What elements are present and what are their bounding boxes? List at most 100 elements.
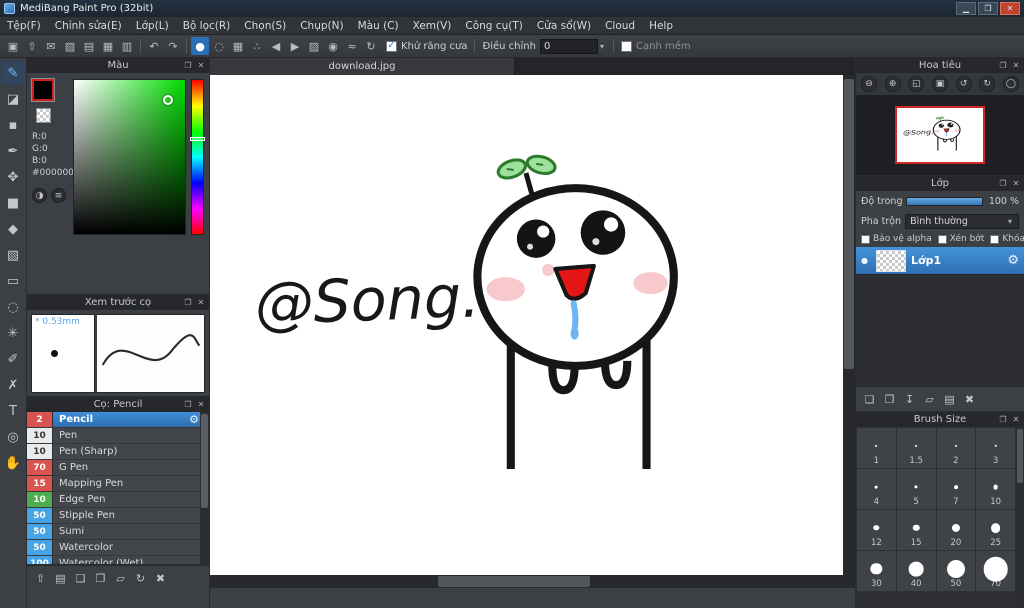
- grid-brush-icon[interactable]: ▦: [229, 37, 247, 55]
- brush-menu-icon[interactable]: ▤: [52, 570, 69, 587]
- brush-size-7[interactable]: 7: [936, 469, 976, 509]
- opacity-slider[interactable]: [906, 196, 983, 206]
- wave-brush-icon[interactable]: ≈: [343, 37, 361, 55]
- menu-item-0[interactable]: Tệp(F): [0, 17, 48, 34]
- horizontal-scrollbar[interactable]: [210, 575, 843, 588]
- brush-size-4[interactable]: 4: [857, 469, 896, 509]
- select-pen-tool-icon[interactable]: ✐: [2, 347, 25, 371]
- protect-alpha-checkbox[interactable]: [861, 234, 870, 244]
- brush-row-watercolor[interactable]: 50 Watercolor: [27, 540, 209, 556]
- magic-wand-tool-icon[interactable]: ✳: [2, 321, 25, 345]
- brush-list-scrollbar-thumb[interactable]: [201, 414, 208, 509]
- eyedropper-tool-icon[interactable]: ◎: [2, 425, 25, 449]
- close-panel-icon[interactable]: ✕: [1010, 414, 1022, 426]
- brush-size-5[interactable]: 5: [896, 469, 936, 509]
- gradient-tool-icon[interactable]: ▧: [2, 243, 25, 267]
- duplicate-layer-icon[interactable]: ❐: [881, 391, 898, 408]
- scatter-brush-icon[interactable]: ∴: [248, 37, 266, 55]
- menu-item-9[interactable]: Cửa sổ(W): [530, 17, 598, 34]
- merge-layer-icon[interactable]: ↧: [901, 391, 918, 408]
- delete-layer-icon[interactable]: ✖: [961, 391, 978, 408]
- bucket-tool-icon[interactable]: ◆: [2, 217, 25, 241]
- zoom-out-icon[interactable]: ⊖: [861, 76, 877, 92]
- hand-tool-icon[interactable]: ✋: [2, 451, 25, 475]
- next-brush-icon[interactable]: ▶: [286, 37, 304, 55]
- saturation-value-picker[interactable]: [73, 79, 186, 235]
- prev-brush-icon[interactable]: ◀: [267, 37, 285, 55]
- brush-size-scrollbar-thumb[interactable]: [1017, 429, 1023, 483]
- layout-icon[interactable]: ▥: [118, 37, 136, 55]
- dropdown-arrow-icon[interactable]: ▾: [598, 42, 606, 51]
- brush-tool-icon[interactable]: ✎: [1, 61, 25, 85]
- brush-row-watercolor-wet[interactable]: 100 Watercolor (Wet): [27, 556, 209, 564]
- menu-item-8[interactable]: Công cụ(T): [458, 17, 529, 34]
- lock-checkbox[interactable]: [990, 234, 1000, 244]
- document-icon[interactable]: ▤: [80, 37, 98, 55]
- brush-size-scrollbar[interactable]: [1016, 427, 1024, 607]
- menu-item-10[interactable]: Cloud: [598, 17, 642, 34]
- upload-icon[interactable]: ⇧: [23, 37, 41, 55]
- float-panel-icon[interactable]: ❐: [182, 399, 194, 411]
- sync-brushes-icon[interactable]: ↻: [132, 570, 149, 587]
- brush-size-12[interactable]: 12: [857, 510, 896, 550]
- color-cursor[interactable]: [162, 95, 173, 106]
- hatch-brush-icon[interactable]: ▨: [305, 37, 323, 55]
- grid-view-icon[interactable]: ▦: [99, 37, 117, 55]
- menu-item-6[interactable]: Màu (C): [351, 17, 406, 34]
- delete-brush-icon[interactable]: ✖: [152, 570, 169, 587]
- rotate-right-icon[interactable]: ↻: [979, 76, 996, 92]
- hue-cursor[interactable]: [190, 136, 205, 141]
- brush-list-scrollbar[interactable]: [200, 412, 209, 564]
- fit-window-icon[interactable]: ◱: [908, 76, 925, 92]
- duplicate-brush-icon[interactable]: ❐: [92, 570, 109, 587]
- brush-size-50[interactable]: 50: [936, 551, 976, 591]
- color-sliders-icon[interactable]: ≡: [51, 188, 66, 203]
- select-eraser-tool-icon[interactable]: ✗: [2, 373, 25, 397]
- background-color-swatch[interactable]: [36, 108, 51, 123]
- fill-shape-tool-icon[interactable]: ■: [2, 191, 25, 215]
- target-brush-icon[interactable]: ◉: [324, 37, 342, 55]
- float-panel-icon[interactable]: ❐: [997, 178, 1009, 190]
- add-layer-icon[interactable]: ❏: [861, 391, 878, 408]
- brush-row-edge-pen[interactable]: 10 Edge Pen: [27, 492, 209, 508]
- menu-item-7[interactable]: Xem(V): [406, 17, 459, 34]
- menu-item-2[interactable]: Lớp(L): [129, 17, 176, 34]
- undo-icon[interactable]: ↶: [145, 37, 163, 55]
- brush-size-70[interactable]: 70: [976, 551, 1015, 591]
- brush-row-pen-sharp[interactable]: 10 Pen (Sharp): [27, 444, 209, 460]
- actual-size-icon[interactable]: ▣: [931, 76, 948, 92]
- select-tool-icon[interactable]: ▭: [2, 269, 25, 293]
- menu-item-11[interactable]: Help: [642, 17, 680, 34]
- menu-item-4[interactable]: Chọn(S): [237, 17, 293, 34]
- brush-size-15[interactable]: 15: [896, 510, 936, 550]
- brush-row-g-pen[interactable]: 70 G Pen: [27, 460, 209, 476]
- dot-tool-icon[interactable]: ▪: [2, 113, 25, 137]
- layer-folder-icon[interactable]: ▱: [921, 391, 938, 408]
- brush-row-pen[interactable]: 10 Pen: [27, 428, 209, 444]
- soft-edge-checkbox[interactable]: [621, 40, 632, 52]
- layer-visibility-dot[interactable]: ●: [861, 256, 871, 265]
- brush-size-20[interactable]: 20: [936, 510, 976, 550]
- float-panel-icon[interactable]: ❐: [182, 297, 194, 309]
- menu-item-3[interactable]: Bộ lọc(R): [176, 17, 238, 34]
- brush-size-1[interactable]: 1: [857, 428, 896, 468]
- maximize-button[interactable]: ❒: [978, 2, 998, 15]
- brush-size-2[interactable]: 2: [936, 428, 976, 468]
- minimize-button[interactable]: ▁: [956, 2, 976, 15]
- navigator-preview-area[interactable]: [856, 95, 1024, 175]
- brush-size-10[interactable]: 10: [976, 469, 1015, 509]
- layer-material-icon[interactable]: ▤: [941, 391, 958, 408]
- adjust-input[interactable]: [539, 38, 598, 54]
- hue-slider[interactable]: [190, 79, 205, 235]
- image-icon[interactable]: ▨: [61, 37, 79, 55]
- finger-tool-icon[interactable]: ✒: [2, 139, 25, 163]
- color-wheel-icon[interactable]: ◑: [32, 188, 47, 203]
- close-panel-icon[interactable]: ✕: [195, 399, 207, 411]
- clipping-checkbox[interactable]: [937, 234, 947, 244]
- save-icon[interactable]: ▣: [4, 37, 22, 55]
- rotate-left-icon[interactable]: ↺: [955, 76, 972, 92]
- brush-row-pencil[interactable]: 2 Pencil ⚙: [27, 412, 209, 428]
- soft-brush-icon[interactable]: ◌: [210, 37, 228, 55]
- menu-item-1[interactable]: Chỉnh sửa(E): [48, 17, 129, 34]
- document-tab[interactable]: download.jpg: [210, 58, 515, 75]
